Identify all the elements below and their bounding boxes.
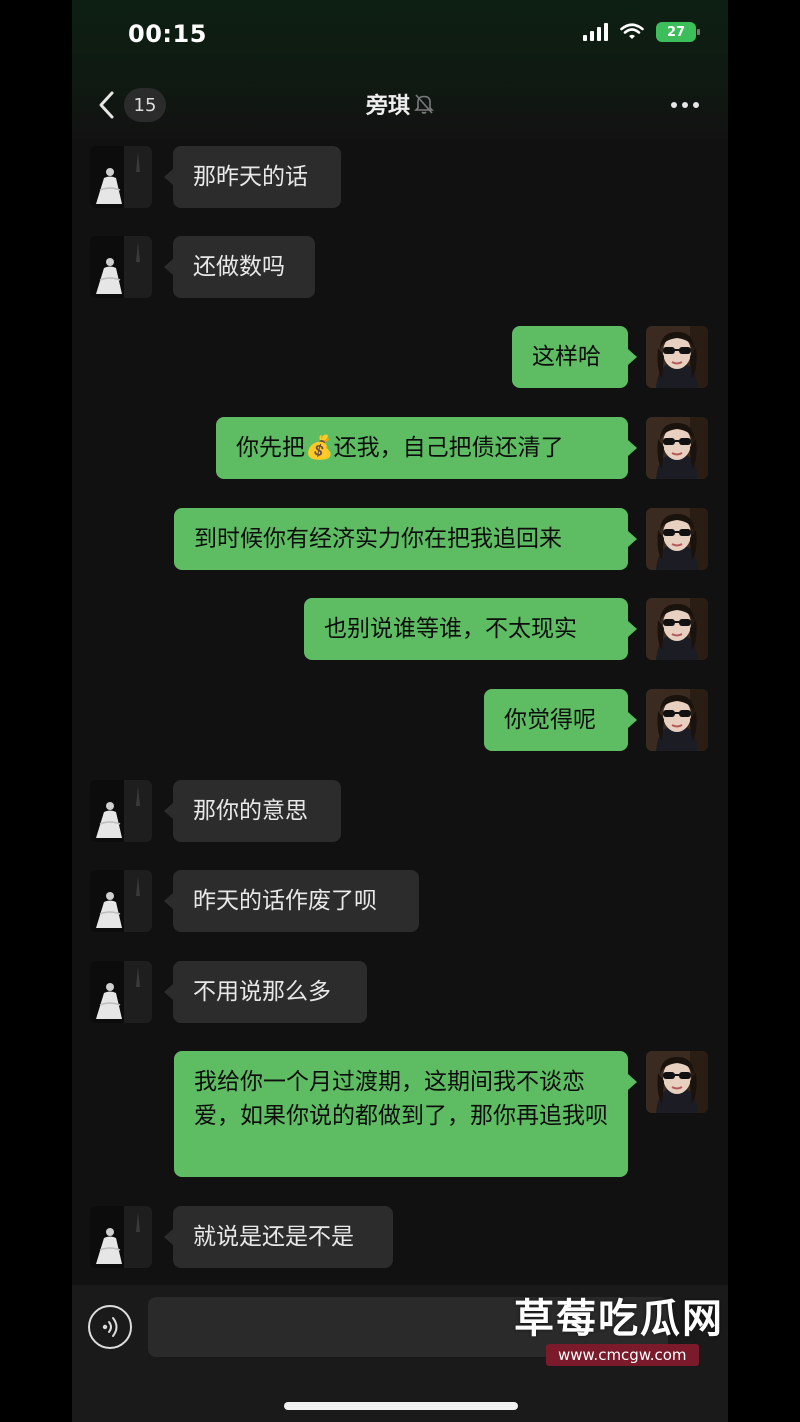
bubble-tail [164, 169, 173, 185]
message-row: 昨天的话作废了呗 [72, 870, 728, 932]
my-avatar[interactable] [646, 1051, 708, 1113]
bell-off-icon [414, 94, 434, 114]
my-avatar[interactable] [646, 417, 708, 479]
phone-screen: 00:15 27 15 旁琪 那昨天的话 还做数吗 这样哈 你先把💰还我，自己把… [72, 0, 728, 1422]
sent-message-bubble[interactable]: 这样哈 [512, 326, 628, 388]
message-row: 你先把💰还我，自己把债还清了 [72, 417, 728, 479]
contact-avatar[interactable] [90, 1206, 152, 1268]
message-row: 你觉得呢 [72, 689, 728, 751]
my-avatar[interactable] [646, 508, 708, 570]
received-message-bubble[interactable]: 那你的意思 [173, 780, 341, 842]
sent-message-bubble[interactable]: 你觉得呢 [484, 689, 628, 751]
sent-message-bubble[interactable]: 我给你一个月过渡期，这期间我不谈恋爱，如果你说的都做到了，那你再追我呗 [174, 1051, 628, 1177]
home-indicator [284, 1402, 518, 1410]
message-row: 还做数吗 [72, 236, 728, 298]
bubble-tail [164, 259, 173, 275]
bubble-tail [628, 621, 637, 637]
sent-message-bubble[interactable]: 也别说谁等谁，不太现实 [304, 598, 628, 660]
message-row: 我给你一个月过渡期，这期间我不谈恋爱，如果你说的都做到了，那你再追我呗 [72, 1051, 728, 1177]
chat-navbar: 15 旁琪 [72, 80, 728, 130]
voice-input-icon[interactable] [88, 1305, 132, 1349]
sent-message-bubble[interactable]: 到时候你有经济实力你在把我追回来 [174, 508, 628, 570]
bubble-tail [164, 893, 173, 909]
received-message-bubble[interactable]: 那昨天的话 [173, 146, 341, 208]
status-time: 00:15 [128, 20, 207, 48]
bubble-tail [628, 349, 637, 365]
received-message-bubble[interactable]: 就说是还是不是 [173, 1206, 393, 1268]
contact-avatar[interactable] [90, 146, 152, 208]
status-bar: 00:15 27 [72, 0, 728, 70]
message-row: 也别说谁等谁，不太现实 [72, 598, 728, 660]
contact-avatar[interactable] [90, 780, 152, 842]
bubble-tail [628, 1074, 637, 1090]
sent-message-bubble[interactable]: 你先把💰还我，自己把债还清了 [216, 417, 628, 479]
my-avatar[interactable] [646, 326, 708, 388]
bubble-tail [628, 531, 637, 547]
message-row: 不用说那么多 [72, 961, 728, 1023]
watermark-url: www.cmcgw.com [546, 1344, 699, 1366]
message-row: 那昨天的话 [72, 146, 728, 208]
bubble-tail [164, 803, 173, 819]
message-row: 那你的意思 [72, 780, 728, 842]
chat-title-area: 旁琪 [72, 88, 728, 120]
watermark-title: 草莓吃瓜网 [514, 1296, 724, 1342]
chat-title[interactable]: 旁琪 [366, 88, 410, 120]
wifi-icon [620, 23, 644, 39]
contact-avatar[interactable] [90, 961, 152, 1023]
message-row: 到时候你有经济实力你在把我追回来 [72, 508, 728, 570]
received-message-bubble[interactable]: 不用说那么多 [173, 961, 367, 1023]
received-message-bubble[interactable]: 昨天的话作废了呗 [173, 870, 419, 932]
cellular-signal-icon [583, 23, 608, 41]
received-message-bubble[interactable]: 还做数吗 [173, 236, 315, 298]
my-avatar[interactable] [646, 598, 708, 660]
message-row: 就说是还是不是 [72, 1206, 728, 1268]
more-dots-icon[interactable] [668, 90, 702, 120]
bubble-tail [628, 440, 637, 456]
battery-icon: 27 [656, 22, 700, 42]
status-icons: 27 [583, 22, 700, 42]
message-row: 这样哈 [72, 326, 728, 388]
bubble-tail [628, 712, 637, 728]
bubble-tail [164, 1229, 173, 1245]
contact-avatar[interactable] [90, 236, 152, 298]
contact-avatar[interactable] [90, 870, 152, 932]
bubble-tail [164, 984, 173, 1000]
battery-level: 27 [666, 24, 686, 40]
watermark: 草莓吃瓜网 www.cmcgw.com [514, 1284, 764, 1374]
my-avatar[interactable] [646, 689, 708, 751]
